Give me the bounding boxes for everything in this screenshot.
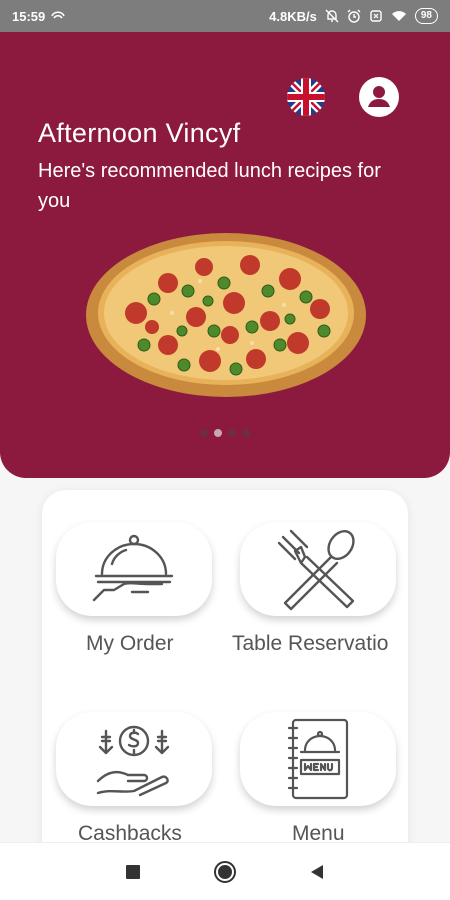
hero-banner: Afternoon Vincyf Here's recommended lunc… — [0, 32, 450, 478]
network-speed: 4.8KB/s — [269, 8, 317, 24]
serving-cloche-icon — [92, 534, 174, 602]
back-button[interactable] — [305, 860, 329, 884]
my-order-tile[interactable]: My Order — [56, 522, 212, 655]
uk-flag-icon[interactable] — [287, 78, 325, 116]
carousel-indicator[interactable] — [0, 429, 450, 437]
cashbacks-tile[interactable]: Cashbacks — [56, 712, 212, 845]
greeting-subtitle: Here's recommended lunch recipes for you — [38, 160, 381, 212]
alarm-icon — [347, 9, 361, 23]
status-time: 15:59 — [12, 8, 46, 24]
table-reservation-tile[interactable]: Table Reservatio — [232, 522, 396, 655]
triangle-back-icon — [311, 864, 323, 879]
carousel-dot-active[interactable] — [214, 429, 222, 437]
greeting-title: Afternoon Vincyf — [38, 118, 241, 148]
carousel-dot[interactable] — [228, 429, 236, 437]
fork-spoon-icon — [277, 529, 355, 611]
profile-icon[interactable] — [358, 76, 400, 118]
feature-menu-card: My Order Table Reservatio Cashbacks Menu — [42, 490, 408, 890]
menu-button[interactable] — [240, 712, 396, 806]
cashbacks-button[interactable] — [56, 712, 212, 806]
status-bar: 15:59 4.8KB/s 98 — [0, 0, 450, 32]
bell-off-icon — [325, 9, 339, 23]
sim-icon — [369, 9, 383, 23]
battery-indicator: 98 — [414, 8, 438, 24]
my-order-button[interactable] — [56, 522, 212, 616]
table-reservation-label: Table Reservatio — [232, 632, 389, 655]
pizza-image — [84, 227, 368, 399]
menu-book-icon — [287, 718, 349, 800]
recents-button[interactable] — [121, 860, 145, 884]
wifi-icon — [391, 10, 407, 22]
table-reservation-button[interactable] — [240, 522, 396, 616]
circle-home-icon — [214, 860, 236, 883]
cashback-icon — [96, 725, 170, 797]
square-icon — [126, 864, 140, 879]
carousel-dot[interactable] — [200, 429, 208, 437]
carousel-dot[interactable] — [242, 429, 250, 437]
app-notification-icon — [51, 10, 65, 22]
home-button[interactable] — [213, 860, 237, 884]
menu-tile[interactable]: Menu — [240, 712, 396, 845]
system-nav-bar — [0, 842, 450, 900]
